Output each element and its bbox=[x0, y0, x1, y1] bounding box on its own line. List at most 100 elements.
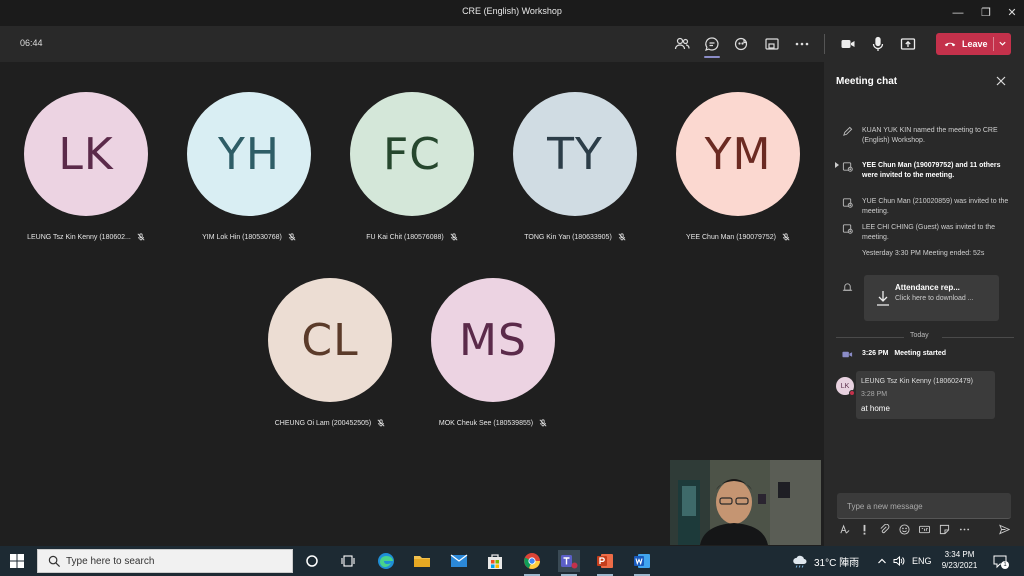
mic-off-icon bbox=[450, 233, 458, 241]
chevron-up-icon[interactable] bbox=[877, 557, 887, 565]
task-view-button[interactable] bbox=[337, 550, 359, 572]
participant-tile[interactable]: YH YIM Lok Hin (180530768) bbox=[168, 92, 330, 241]
toolbar-divider bbox=[824, 34, 825, 54]
participant-name: MOK Cheuk See (180539855) bbox=[438, 419, 534, 427]
chat-event: LEE CHI CHING (Guest) was invited to the… bbox=[842, 223, 1012, 242]
format-icon[interactable] bbox=[839, 524, 850, 535]
chat-event-text: KUAN YUK KIN named the meeting to CRE (E… bbox=[862, 127, 998, 144]
pencil-icon bbox=[843, 126, 853, 136]
share-button[interactable] bbox=[898, 34, 918, 54]
participant-tile[interactable]: YM YEE Chun Man (190079752) bbox=[657, 92, 819, 241]
chat-event[interactable]: YEE Chun Man (190079752) and 11 others w… bbox=[842, 161, 1012, 180]
chat-event: Yesterday 3:30 PM Meeting ended: 52s bbox=[842, 249, 1012, 259]
meeting-started-text: 3:26 PM Meeting started bbox=[862, 349, 1012, 359]
participant-tile[interactable]: CL CHEUNG Oi Lam (200452505) bbox=[249, 278, 411, 427]
weather-widget[interactable]: 31°C 陣雨 bbox=[792, 546, 859, 576]
camera-button[interactable] bbox=[838, 34, 858, 54]
self-video-preview[interactable] bbox=[670, 460, 821, 545]
participant-name: YIM Lok Hin (180530768) bbox=[202, 233, 282, 241]
today-label: Today bbox=[910, 332, 929, 339]
microphone-button[interactable] bbox=[868, 34, 888, 54]
taskbar-app-chrome[interactable] bbox=[521, 550, 543, 576]
close-chat-icon[interactable] bbox=[994, 74, 1008, 88]
chat-message[interactable]: LK LEUNG Tsz Kin Kenny (180602479) 3:28 … bbox=[836, 371, 1016, 419]
important-icon[interactable] bbox=[859, 524, 870, 535]
taskbar-search-input[interactable] bbox=[66, 550, 286, 572]
mic-off-icon bbox=[288, 233, 296, 241]
leave-label: Leave bbox=[962, 39, 988, 49]
taskbar-clock[interactable]: 3:34 PM 9/23/2021 bbox=[932, 549, 987, 571]
share-tray-icon bbox=[900, 38, 916, 50]
participant-avatar: YH bbox=[187, 92, 311, 216]
minimize-button[interactable]: — bbox=[944, 2, 972, 24]
more-options-icon[interactable] bbox=[959, 524, 970, 535]
windows-taskbar: 31°C 陣雨 ENG 3:34 PM 9/23/2021 1 bbox=[0, 546, 1024, 576]
rooms-button[interactable] bbox=[762, 34, 782, 54]
participant-avatar: MS bbox=[431, 278, 555, 402]
input-language[interactable]: ENG bbox=[912, 556, 932, 566]
meeting-started-label: Meeting started bbox=[894, 350, 947, 357]
camera-icon bbox=[841, 40, 855, 48]
message-input[interactable] bbox=[837, 493, 1011, 519]
cortana-button[interactable] bbox=[301, 550, 323, 572]
message-time: 3:28 PM bbox=[861, 391, 888, 398]
participant-name: CHEUNG Oi Lam (200452505) bbox=[274, 419, 372, 427]
participant-tile[interactable]: TY TONG Kin Yan (180633905) bbox=[494, 92, 656, 241]
compose-box[interactable] bbox=[837, 493, 1011, 519]
task-view-icon bbox=[341, 555, 355, 567]
maximize-button[interactable]: ❐ bbox=[972, 2, 1000, 24]
download-icon bbox=[877, 291, 889, 306]
gif-icon[interactable] bbox=[919, 524, 930, 535]
meeting-invite-icon bbox=[842, 224, 853, 234]
microphone-icon bbox=[872, 36, 884, 51]
meeting-started-time: 3:26 PM bbox=[862, 350, 889, 357]
attendance-report-card[interactable]: Attendance rep... Click here to download… bbox=[864, 275, 999, 321]
mail-icon bbox=[450, 554, 468, 567]
leave-button[interactable]: Leave bbox=[936, 33, 1011, 55]
participant-tile[interactable]: FC FU Kai Chit (180576088) bbox=[331, 92, 493, 241]
participant-name: LEUNG Tsz Kin Kenny (180602... bbox=[27, 233, 131, 241]
teams-icon bbox=[561, 555, 578, 569]
search-icon bbox=[48, 555, 61, 568]
taskbar-app-mail[interactable] bbox=[448, 550, 470, 572]
message-avatar: LK bbox=[836, 377, 855, 396]
store-icon bbox=[488, 554, 502, 569]
send-icon[interactable] bbox=[999, 524, 1010, 535]
leave-divider bbox=[993, 37, 994, 51]
reactions-button[interactable] bbox=[732, 34, 752, 54]
hand-icon bbox=[734, 37, 748, 51]
chat-button[interactable] bbox=[702, 34, 722, 58]
attendance-title: Attendance rep... bbox=[895, 283, 960, 292]
divider-line bbox=[836, 337, 904, 338]
clock-time: 3:34 PM bbox=[944, 550, 975, 559]
participant-tile[interactable]: LK LEUNG Tsz Kin Kenny (180602... bbox=[5, 92, 167, 241]
more-actions-button[interactable] bbox=[792, 34, 812, 54]
taskbar-app-teams[interactable] bbox=[558, 550, 580, 576]
clock-date: 9/23/2021 bbox=[941, 561, 978, 570]
chat-icon bbox=[705, 37, 719, 51]
more-icon bbox=[795, 42, 809, 46]
participant-name-row: YEE Chun Man (190079752) bbox=[657, 233, 819, 241]
windows-start-icon[interactable] bbox=[10, 554, 24, 568]
participants-button[interactable] bbox=[672, 34, 692, 54]
folder-icon bbox=[414, 556, 430, 567]
speaker-icon[interactable] bbox=[893, 555, 905, 567]
taskbar-search-box[interactable] bbox=[37, 549, 293, 573]
emoji-icon[interactable] bbox=[899, 524, 910, 535]
participant-avatar: FC bbox=[350, 92, 474, 216]
meeting-invite-icon bbox=[842, 162, 853, 172]
taskbar-app-word[interactable] bbox=[631, 550, 653, 576]
sticker-icon[interactable] bbox=[939, 524, 950, 535]
chevron-down-icon[interactable] bbox=[998, 39, 1007, 48]
word-icon bbox=[634, 554, 650, 568]
taskbar-app-edge[interactable] bbox=[375, 550, 397, 572]
caret-right-icon[interactable] bbox=[835, 162, 839, 168]
notification-center-button[interactable]: 1 bbox=[992, 546, 1009, 576]
close-window-button[interactable]: ✕ bbox=[998, 2, 1024, 24]
taskbar-app-file-explorer[interactable] bbox=[411, 550, 433, 572]
taskbar-app-powerpoint[interactable] bbox=[594, 550, 616, 576]
chat-event-text: LEE CHI CHING (Guest) was invited to the… bbox=[862, 224, 996, 241]
taskbar-app-store[interactable] bbox=[484, 550, 506, 572]
attach-icon[interactable] bbox=[879, 524, 890, 535]
participant-tile[interactable]: MS MOK Cheuk See (180539855) bbox=[412, 278, 574, 427]
